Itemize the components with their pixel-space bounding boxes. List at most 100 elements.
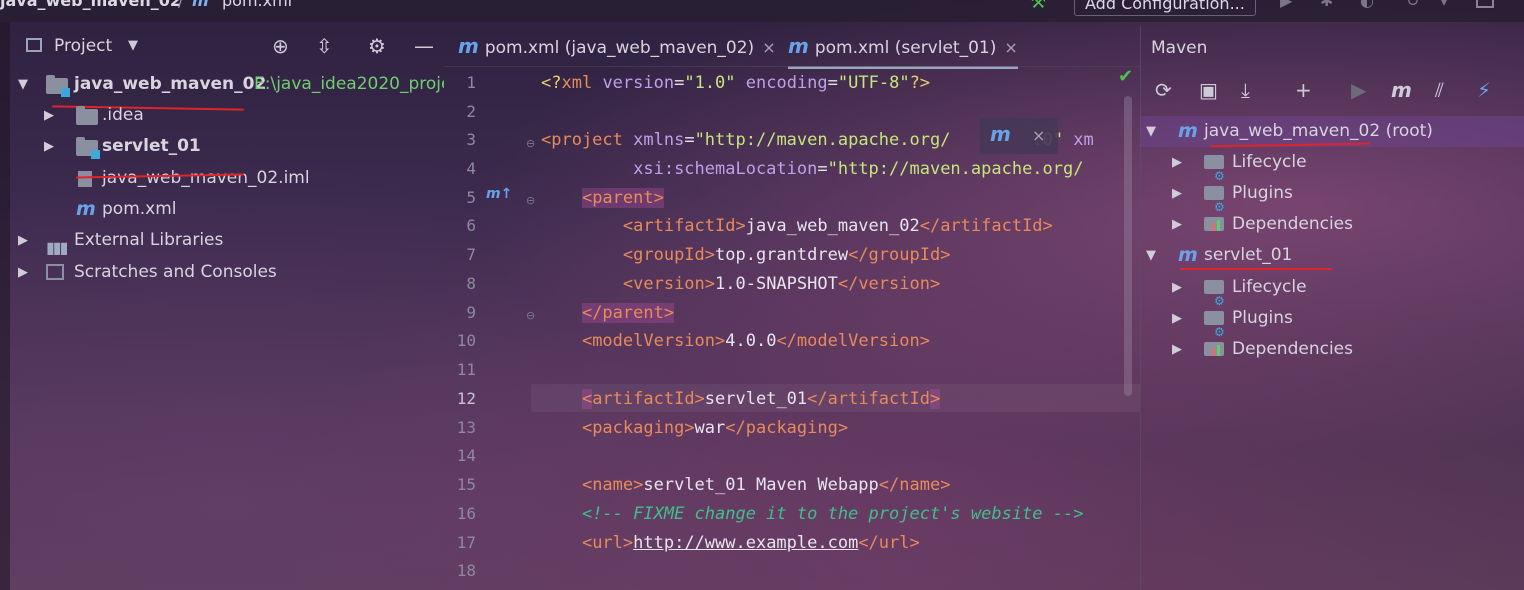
navigation-bar: java_web_maven_02 / m pom.xml ⚒ Add Conf… [0, 0, 1524, 22]
maven-dependencies-item[interactable]: ▶ Dependencies [1172, 334, 1524, 365]
toggle-offline-icon[interactable]: ⫽ [1435, 78, 1444, 102]
code-line: xsi:schemaLocation="http://maven.apache.… [633, 159, 1084, 179]
gear-icon[interactable]: ⚙ [368, 34, 386, 58]
code-line: <packaging>war</packaging> [581, 418, 849, 438]
run-icon[interactable]: ▶ [1280, 0, 1292, 9]
line-number: 9 [466, 303, 476, 322]
tree-item-label: External Libraries [74, 230, 224, 250]
line-number: 17 [456, 533, 476, 552]
maven-plugins-item[interactable]: ▶ ⚙ Plugins [1172, 303, 1524, 339]
breadcrumb-separator: / [178, 0, 184, 10]
reload-icon[interactable]: ⟳ [1155, 78, 1172, 102]
locate-target-icon[interactable]: ⊕ [272, 34, 289, 58]
profile-icon[interactable]: ↻ [1406, 0, 1419, 9]
line-number: 16 [456, 504, 476, 523]
coverage-icon[interactable]: ◐ [1360, 0, 1374, 9]
collapse-all-icon[interactable]: ⇳ [316, 34, 333, 58]
tree-item-label: pom.xml [102, 199, 177, 219]
tree-item-idea[interactable]: ▶ .idea [44, 100, 444, 131]
collapsed-arrow-icon[interactable]: ▶ [44, 100, 54, 131]
project-view-icon [26, 38, 42, 52]
add-icon[interactable]: + [1295, 78, 1312, 102]
maven-reload-icon[interactable]: m [990, 122, 1011, 146]
maven-plugins-item[interactable]: ▶ ⚙ Plugins [1172, 178, 1524, 214]
lifecycle-icon: ⚙ [1204, 278, 1226, 308]
maven-parent-gutter-icon[interactable]: m↑ [486, 186, 512, 202]
tab-pom-servlet-01[interactable]: m pom.xml (servlet_01) × [788, 26, 1018, 69]
module-folder-icon [76, 137, 100, 159]
maven-lifecycle-item[interactable]: ▶ ⚙ Lifecycle [1172, 147, 1524, 183]
tree-item-iml[interactable]: java_web_maven_02.iml [76, 163, 444, 194]
close-icon[interactable]: × [762, 38, 775, 57]
line-number: 15 [456, 475, 476, 494]
tree-item-label: java_web_maven_02 [74, 74, 267, 94]
line-number-current: 12 [456, 389, 476, 408]
stop-icon[interactable] [1476, 0, 1494, 8]
collapsed-arrow-icon[interactable]: ▶ [18, 225, 28, 256]
build-hammer-icon[interactable]: ⚒ [1030, 0, 1054, 12]
project-panel-title[interactable]: Project [54, 36, 112, 56]
line-number: 4 [466, 159, 476, 178]
maven-file-icon: m [192, 0, 209, 10]
line-number: 8 [466, 274, 476, 293]
tree-item-label: java_web_maven_02.iml [102, 168, 310, 188]
more-run-options-icon[interactable]: ▾ [1440, 0, 1448, 9]
tree-item-external-libraries[interactable]: ▶ ▮▮▮ External Libraries [18, 225, 444, 257]
tree-item-label: .idea [102, 105, 144, 125]
skip-tests-icon[interactable]: ⚡ [1477, 78, 1491, 102]
dependencies-icon [1204, 215, 1226, 233]
tree-item-pom-xml[interactable]: m pom.xml [76, 194, 444, 225]
maven-project-servlet-01[interactable]: ▼ m servlet_01 [1146, 240, 1524, 271]
maven-lifecycle-item[interactable]: ▶ ⚙ Lifecycle [1172, 272, 1524, 308]
run-icon[interactable]: ▶ [1351, 78, 1366, 102]
collapsed-arrow-icon[interactable]: ▶ [1172, 334, 1182, 365]
maven-dependencies-item[interactable]: ▶ Dependencies [1172, 209, 1524, 240]
line-number: 13 [456, 418, 476, 437]
maven-reload-popup[interactable]: m × [980, 118, 1058, 154]
project-panel-header: Project ▼ ⊕ ⇳ ⚙ — [10, 26, 444, 66]
code-line: <artifactId>servlet_01</artifactId> [581, 389, 941, 409]
download-icon[interactable]: ⤓ [1241, 78, 1250, 102]
tab-pom-java-web-maven-02[interactable]: m pom.xml (java_web_maven_02) × [458, 26, 776, 66]
editor-tab-bar: m pom.xml (java_web_maven_02) × m pom.xml (… [444, 26, 1140, 69]
left-tool-stripe [0, 22, 10, 590]
tree-item-java-web-maven-02[interactable]: ▼ java_web_maven_02 E:\java_idea2020_pro… [18, 69, 444, 100]
line-number: 5 [466, 188, 476, 207]
maven-item-label: Lifecycle [1232, 277, 1307, 297]
collapsed-arrow-icon[interactable]: ▶ [44, 131, 54, 162]
maven-item-label: Dependencies [1232, 339, 1353, 359]
editor-scrollbar[interactable] [1124, 96, 1132, 396]
maven-project-label: java_web_maven_02 (root) [1204, 121, 1433, 141]
collapsed-arrow-icon[interactable]: ▶ [18, 257, 28, 288]
maven-project-icon: m [1178, 120, 1198, 142]
dependencies-icon [1204, 340, 1226, 358]
collapsed-arrow-icon[interactable]: ▶ [1172, 209, 1182, 240]
breadcrumb-file[interactable]: pom.xml [222, 0, 292, 9]
generate-sources-icon[interactable]: ▣ [1199, 78, 1218, 102]
line-number: 3 [466, 130, 476, 149]
expanded-arrow-icon[interactable]: ▼ [1146, 116, 1156, 147]
collapsed-arrow-icon[interactable]: ▶ [1172, 303, 1182, 334]
breadcrumb-project[interactable]: java_web_maven_02 [0, 0, 181, 9]
close-icon[interactable]: × [1004, 38, 1017, 57]
collapsed-arrow-icon[interactable]: ▶ [1172, 178, 1182, 209]
chevron-down-icon[interactable]: ▼ [128, 38, 138, 53]
tree-item-servlet-01[interactable]: ▶ servlet_01 [44, 131, 444, 162]
execute-goal-icon[interactable]: m [1391, 78, 1412, 102]
add-configuration-button[interactable]: Add Configuration... [1074, 0, 1256, 16]
maven-project-icon: m [1178, 244, 1198, 266]
collapsed-arrow-icon[interactable]: ▶ [1172, 147, 1182, 178]
expanded-arrow-icon[interactable]: ▼ [1146, 240, 1156, 271]
close-icon[interactable]: × [1032, 126, 1045, 145]
plugins-icon: ⚙ [1204, 184, 1226, 214]
hide-panel-icon[interactable]: — [414, 34, 434, 58]
maven-project-label: servlet_01 [1204, 245, 1293, 265]
maven-item-label: Dependencies [1232, 214, 1353, 234]
tree-item-label: servlet_01 [102, 136, 201, 156]
expanded-arrow-icon[interactable]: ▼ [18, 69, 28, 100]
code-line: <name>servlet_01 Maven Webapp</name> [581, 475, 951, 495]
tree-item-scratches[interactable]: ▶ Scratches and Consoles [18, 257, 444, 288]
debug-icon[interactable]: ✱ [1320, 0, 1333, 9]
no-problems-check-icon[interactable]: ✔ [1118, 66, 1133, 87]
collapsed-arrow-icon[interactable]: ▶ [1172, 272, 1182, 303]
